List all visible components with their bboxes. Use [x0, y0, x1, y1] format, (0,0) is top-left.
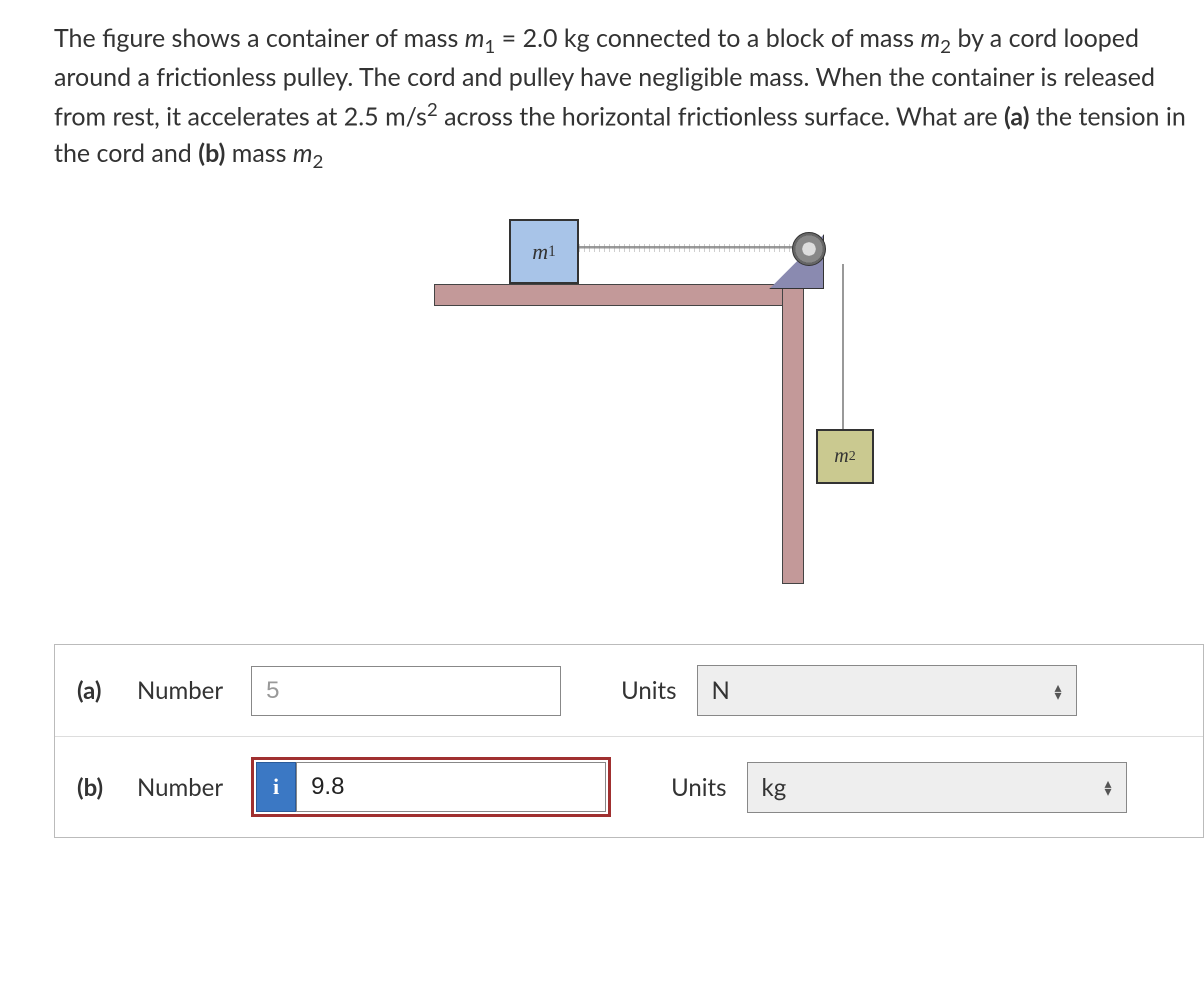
- number-label-b: Number: [137, 773, 223, 802]
- chevron-up-down-icon: ▴▾: [1105, 779, 1112, 795]
- part-label-b: (b): [77, 773, 117, 802]
- answer-row-a: (a) Number Units N ▴▾: [55, 645, 1203, 737]
- table-top: [434, 284, 804, 306]
- table-leg: [782, 284, 804, 584]
- answer-row-b: (b) Number i Units kg ▴▾: [55, 737, 1203, 837]
- chevron-up-down-icon: ▴▾: [1055, 683, 1062, 699]
- pulley-figure: m1 m2: [414, 204, 844, 584]
- figure-container: m1 m2: [54, 204, 1204, 584]
- number-input-b[interactable]: [296, 762, 606, 812]
- number-label-a: Number: [137, 676, 223, 705]
- units-label-b: Units: [671, 773, 726, 802]
- problem-statement: The figure shows a container of mass m1 …: [54, 20, 1204, 174]
- part-label-a: (a): [77, 676, 117, 705]
- cord-vertical: [842, 264, 844, 434]
- answer-panel: (a) Number Units N ▴▾ (b) Number i Units…: [54, 644, 1204, 838]
- block-m1: m1: [509, 219, 579, 284]
- pulley-icon: [792, 232, 826, 266]
- number-input-b-wrap: i: [251, 757, 611, 817]
- units-select-a[interactable]: N ▴▾: [697, 665, 1077, 716]
- block-m2: m2: [816, 429, 874, 484]
- cord-horizontal: [579, 246, 794, 249]
- units-value-a: N: [712, 676, 730, 705]
- units-select-b[interactable]: kg ▴▾: [747, 762, 1127, 813]
- units-label-a: Units: [621, 676, 676, 705]
- units-value-b: kg: [762, 773, 787, 802]
- info-icon[interactable]: i: [256, 762, 296, 812]
- number-input-a[interactable]: [251, 666, 561, 716]
